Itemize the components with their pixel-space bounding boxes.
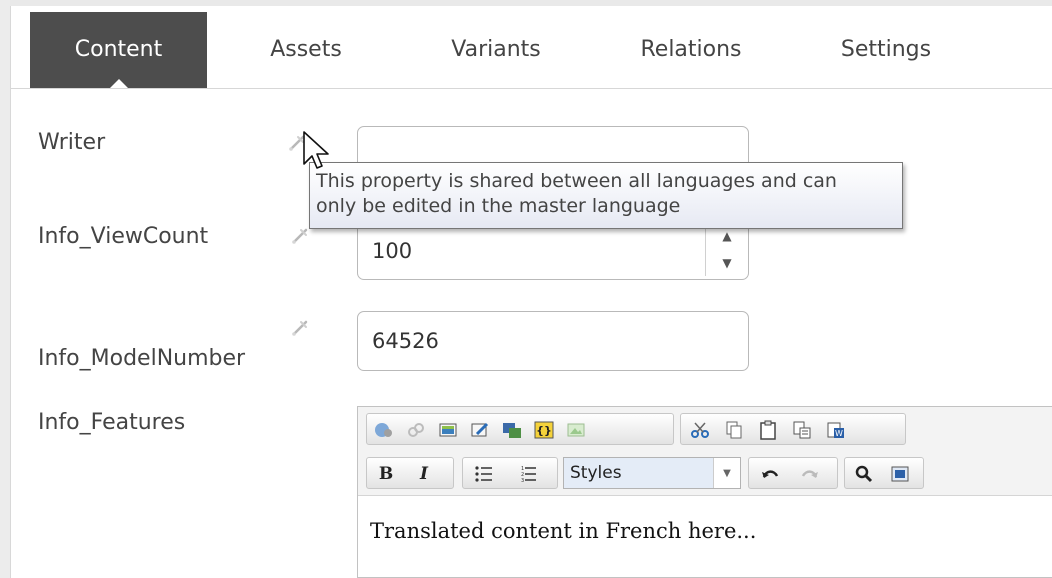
chevron-down-icon: ▼ <box>713 458 740 488</box>
svg-text:{}: {} <box>536 424 552 437</box>
tab-content[interactable]: Content <box>30 12 207 88</box>
image-icon[interactable] <box>435 417 461 443</box>
rich-text-editor: {} W B I 123 Styles ▼ Translated content… <box>357 406 1052 578</box>
edit-icon[interactable] <box>467 417 493 443</box>
numbered-list-icon[interactable]: 123 <box>515 461 541 487</box>
editor-content[interactable]: Translated content in French here... <box>370 519 756 543</box>
link-icon[interactable] <box>371 417 397 443</box>
cut-icon[interactable] <box>687 417 713 443</box>
tab-variants[interactable]: Variants <box>411 12 581 88</box>
tab-assets[interactable]: Assets <box>231 12 381 88</box>
paste-word-icon[interactable]: W <box>823 417 849 443</box>
bold-button[interactable]: B <box>373 461 399 487</box>
fullscreen-icon[interactable] <box>887 461 913 487</box>
svg-text:3: 3 <box>521 478 524 484</box>
editor-toolbar-row-2: B I 123 Styles ▼ <box>358 451 1052 496</box>
paste-icon[interactable] <box>755 417 781 443</box>
paste-text-icon[interactable] <box>789 417 815 443</box>
styles-dropdown[interactable]: Styles ▼ <box>563 457 741 489</box>
view-count-spinner: ▲ ▼ <box>705 222 748 276</box>
editor-toolbar-row-1: {} W <box>358 407 1052 451</box>
shared-property-icon[interactable] <box>290 226 310 246</box>
view-count-input[interactable] <box>357 222 749 280</box>
history-group <box>748 457 838 489</box>
tab-relations[interactable]: Relations <box>606 12 776 88</box>
shared-property-tooltip: This property is shared between all lang… <box>309 162 903 229</box>
styles-dropdown-value: Styles <box>564 458 714 488</box>
insert-group: {} <box>366 413 674 445</box>
media-icon[interactable] <box>499 417 525 443</box>
shared-property-icon[interactable] <box>290 318 310 338</box>
window-left-edge <box>0 0 10 578</box>
clipboard-group: W <box>680 413 906 445</box>
svg-text:W: W <box>835 429 843 438</box>
features-label: Info_Features <box>38 410 186 435</box>
unlink-icon[interactable] <box>403 417 429 443</box>
redo-icon[interactable] <box>797 461 823 487</box>
model-number-label: Info_ModelNumber <box>38 346 246 371</box>
writer-label: Writer <box>38 130 106 155</box>
tools-group <box>844 457 924 489</box>
tab-bar: Content Assets Variants Relations Settin… <box>11 6 1052 89</box>
spin-down-icon[interactable]: ▼ <box>706 249 748 276</box>
copy-icon[interactable] <box>721 417 747 443</box>
code-icon[interactable]: {} <box>531 417 557 443</box>
view-count-label: Info_ViewCount <box>38 224 209 249</box>
macro-icon[interactable] <box>563 417 589 443</box>
mouse-cursor-icon <box>302 130 330 174</box>
list-group: 123 <box>462 457 558 489</box>
tooltip-line-2: only be edited in the master language <box>316 195 681 217</box>
undo-icon[interactable] <box>757 461 783 487</box>
tab-settings[interactable]: Settings <box>806 12 966 88</box>
format-group: B I <box>366 457 454 489</box>
tooltip-line-1: This property is shared between all lang… <box>316 170 837 192</box>
italic-button[interactable]: I <box>411 461 437 487</box>
model-number-input[interactable] <box>357 311 749 371</box>
panel-left-border <box>10 6 11 578</box>
bullet-list-icon[interactable] <box>471 461 497 487</box>
search-icon[interactable] <box>851 461 877 487</box>
